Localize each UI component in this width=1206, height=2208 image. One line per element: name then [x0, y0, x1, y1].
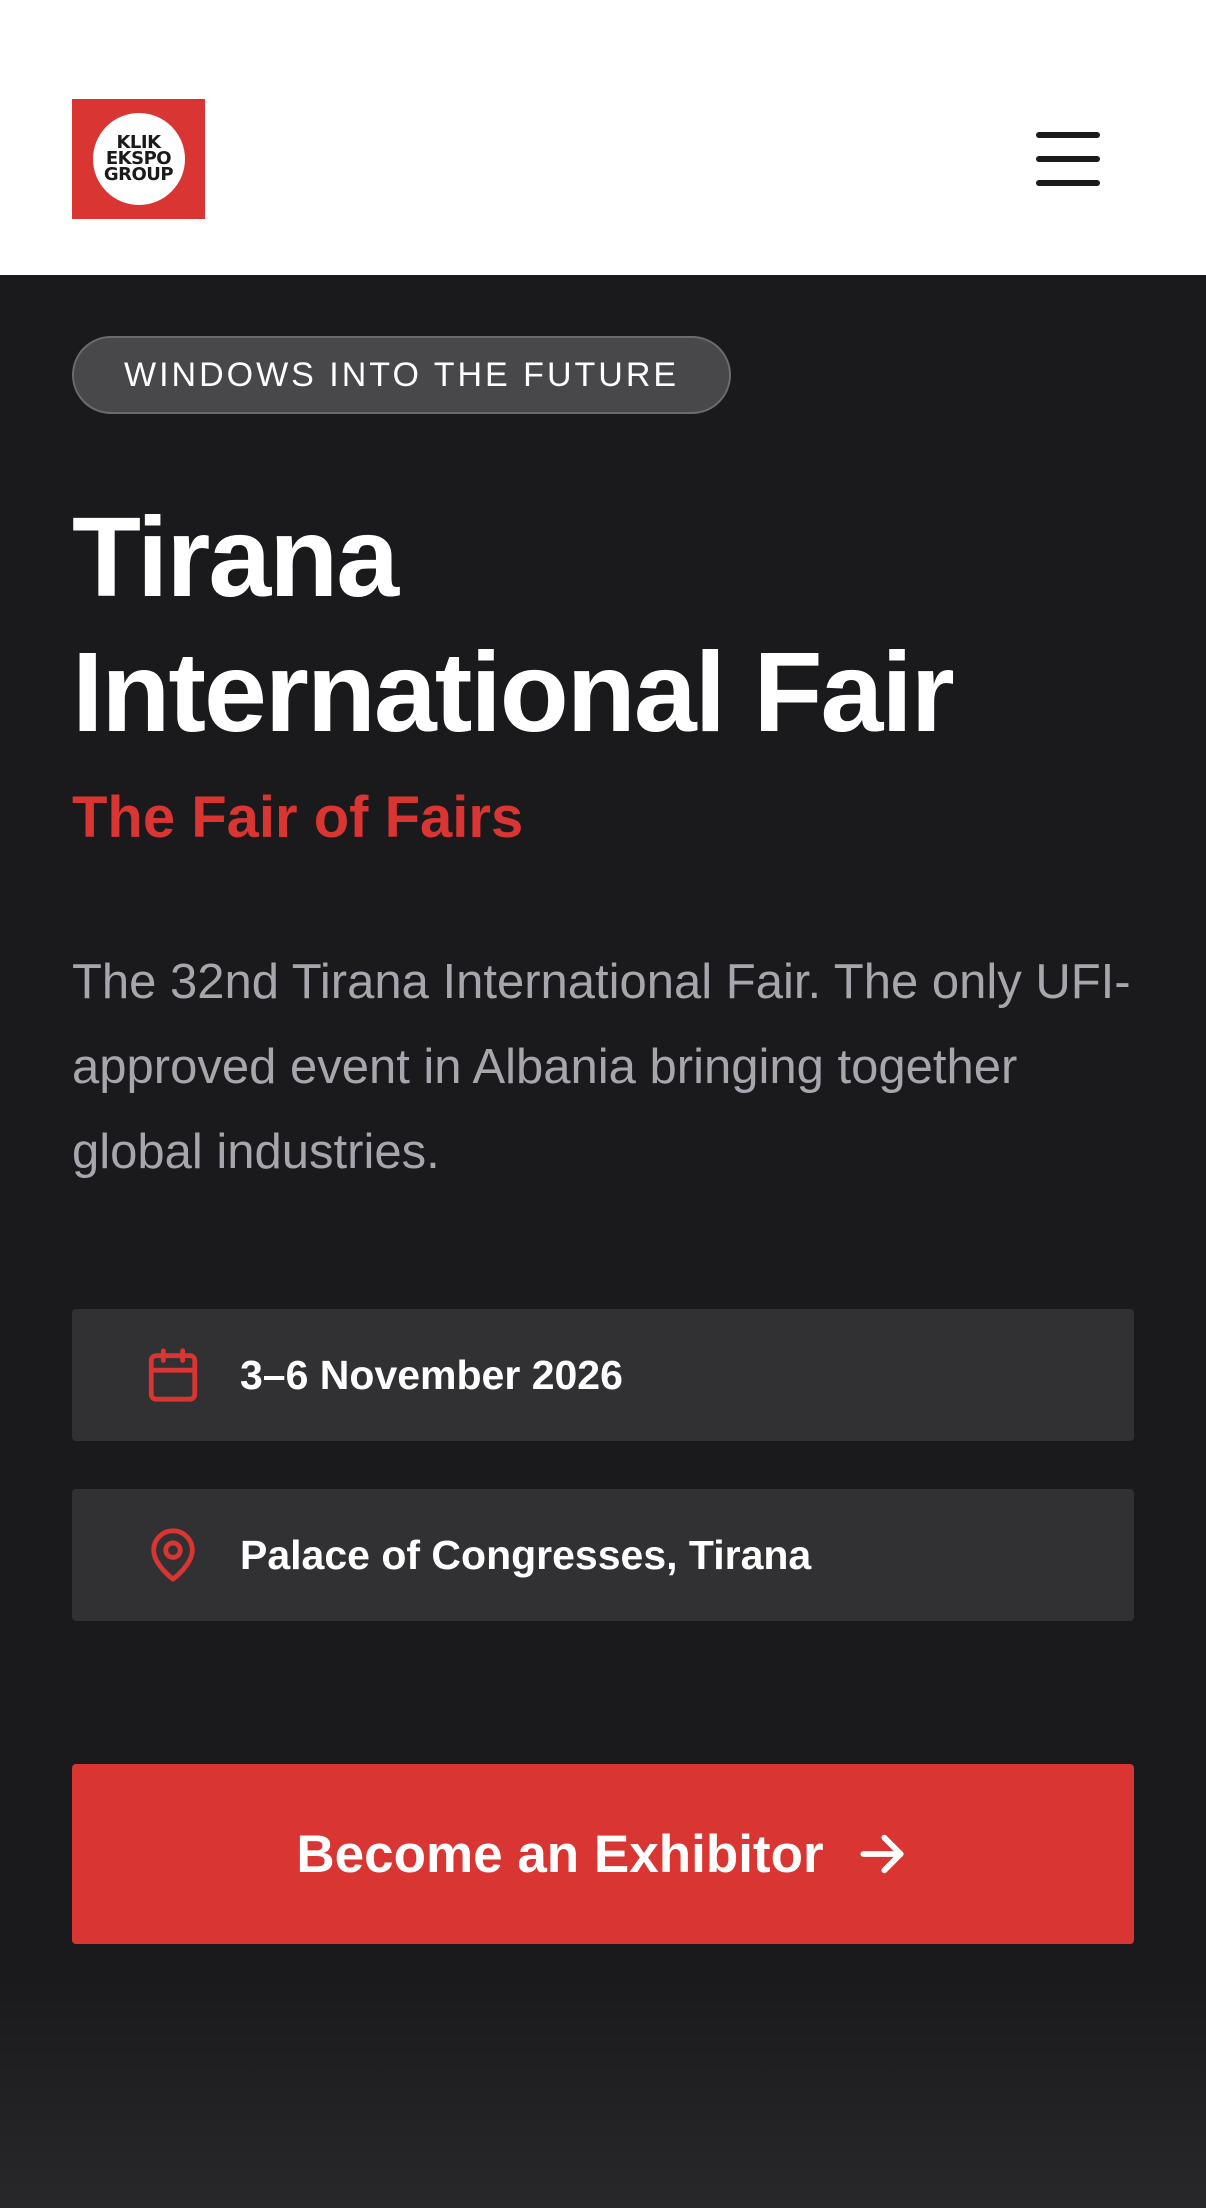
menu-bar [1036, 180, 1100, 186]
title-line-2: International Fair [72, 629, 955, 755]
hamburger-menu-icon[interactable] [1032, 126, 1104, 192]
hero-description: The 32nd Tirana International Fair. The … [72, 955, 1131, 1179]
event-location-card: Palace of Congresses, Tirana [72, 1489, 1134, 1621]
logo-badge: KLIK EKSPO GROUP [92, 113, 185, 205]
map-pin-icon [151, 1528, 195, 1582]
cta-label: Become an Exhibitor [296, 1824, 824, 1884]
site-header: KLIK EKSPO GROUP [0, 0, 1206, 275]
become-exhibitor-button[interactable]: Become an Exhibitor [72, 1764, 1134, 1944]
klik-ekspo-group-logo[interactable]: KLIK EKSPO GROUP [72, 99, 205, 219]
title-line-1: Tirana [72, 494, 399, 620]
page-title: Tirana International Fair [72, 490, 1152, 760]
menu-bar [1036, 132, 1100, 138]
logo-line-3: GROUP [103, 164, 174, 185]
menu-bar [1036, 156, 1100, 162]
event-date-card: 3–6 November 2026 [72, 1309, 1134, 1441]
hero-section: WINDOWS INTO THE FUTURE Tirana Internati… [0, 275, 1206, 2208]
event-location: Palace of Congresses, Tirana [240, 1531, 812, 1578]
event-date: 3–6 November 2026 [240, 1351, 623, 1398]
tagline-badge: WINDOWS INTO THE FUTURE [72, 336, 732, 414]
arrow-right-icon [860, 1834, 904, 1874]
calendar-icon [148, 1348, 198, 1402]
page-subtitle: The Fair of Fairs [72, 785, 524, 850]
